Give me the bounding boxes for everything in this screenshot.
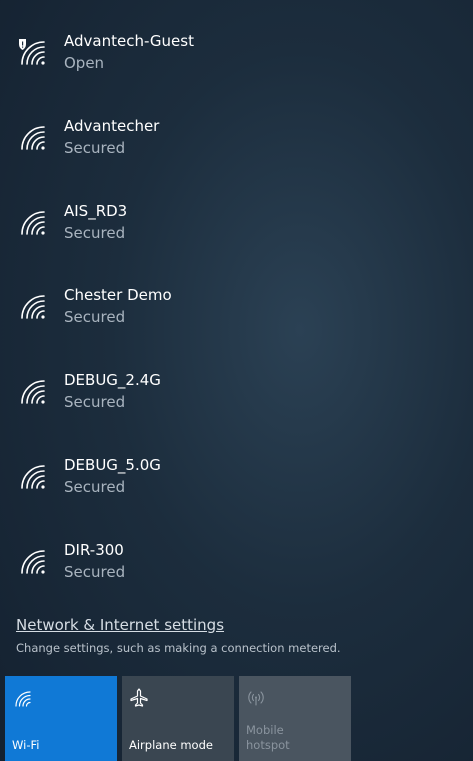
network-name: AIS_RD3 <box>64 202 128 220</box>
network-name: Advantecher <box>64 117 160 135</box>
network-status: Secured <box>64 224 126 242</box>
network-item-advantecher[interactable]: Advantecher Secured <box>0 110 473 194</box>
network-name: Chester Demo <box>64 286 172 304</box>
network-flyout: Advantech-Guest Open Advantecher Secured <box>0 0 473 761</box>
network-item-debug-5-0g[interactable]: DEBUG_5.0G Secured <box>0 449 473 533</box>
airplane-tile-label: Airplane mode <box>129 738 213 752</box>
network-status: Secured <box>64 139 126 157</box>
wifi-icon <box>16 376 46 406</box>
network-item-ais-rd3[interactable]: AIS_RD3 Secured <box>0 195 473 279</box>
network-item-debug-2-4g[interactable]: DEBUG_2.4G Secured <box>0 364 473 448</box>
wifi-tile-label: Wi-Fi <box>12 738 40 752</box>
hotspot-tile-label: Mobile hotspot <box>246 723 290 752</box>
airplane-icon <box>129 688 149 708</box>
wifi-shield-icon <box>16 37 46 67</box>
network-name: Advantech-Guest <box>64 32 194 50</box>
network-settings-description: Change settings, such as making a connec… <box>16 641 341 655</box>
wifi-icon <box>16 122 46 152</box>
wifi-icon <box>16 546 46 576</box>
network-status: Secured <box>64 308 126 326</box>
network-status: Secured <box>64 563 126 581</box>
network-item-chester-demo[interactable]: Chester Demo Secured <box>0 279 473 363</box>
network-name: DIR-300 <box>64 541 124 559</box>
mobile-hotspot-tile[interactable]: Mobile hotspot <box>239 676 351 761</box>
network-item-dir-300[interactable]: DIR-300 Secured <box>0 534 473 618</box>
wifi-toggle-tile[interactable]: Wi-Fi <box>5 676 117 761</box>
network-name: DEBUG_5.0G <box>64 456 161 474</box>
network-item-advantech-guest[interactable]: Advantech-Guest Open <box>0 25 473 109</box>
network-status: Open <box>64 54 105 72</box>
wifi-icon <box>16 291 46 321</box>
network-status: Secured <box>64 393 126 411</box>
hotspot-icon <box>246 688 266 708</box>
wifi-icon <box>16 461 46 491</box>
wifi-icon <box>16 207 46 237</box>
network-settings-link[interactable]: Network & Internet settings <box>16 615 224 635</box>
wifi-icon <box>12 688 32 708</box>
network-list: Advantech-Guest Open Advantecher Secured <box>0 0 473 600</box>
network-status: Secured <box>64 478 126 496</box>
network-name: DEBUG_2.4G <box>64 371 161 389</box>
airplane-mode-tile[interactable]: Airplane mode <box>122 676 234 761</box>
